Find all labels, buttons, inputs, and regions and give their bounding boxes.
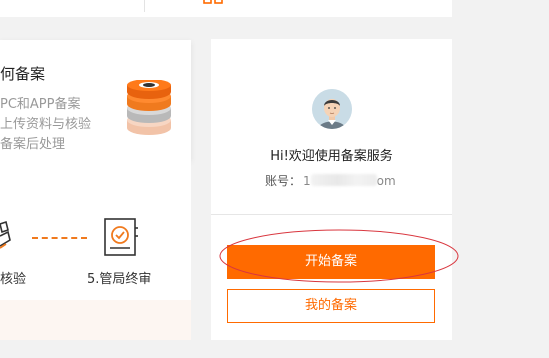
top-nav-strip [0, 0, 452, 17]
guide-line-2: 上传资料与核验 [0, 117, 92, 132]
certificate-icon [104, 218, 138, 256]
steps-panel-footer [0, 300, 191, 340]
step-5-label: 5.管局终审 [87, 272, 152, 287]
start-filing-button[interactable]: 开始备案 [227, 245, 435, 279]
guide-line-1: PC和APP备案 [0, 97, 81, 112]
server-stack-icon [127, 80, 171, 135]
account-value-end: om [376, 174, 396, 188]
step-connector [32, 237, 87, 239]
account-row: 账号： 1 om [265, 172, 396, 189]
grid-icon [203, 0, 223, 4]
top-divider [144, 0, 145, 12]
account-value-start: 1 [303, 174, 311, 188]
card-divider [211, 214, 452, 215]
page-root: 何备案 PC和APP备案 上传资料与核验 备案后处理 核验 5.管局终审 Hi!… [0, 0, 549, 358]
verify-icon [0, 220, 11, 249]
user-avatar-icon [312, 89, 352, 129]
account-label: 账号： [265, 174, 302, 188]
guide-title: 何备案 [0, 65, 46, 83]
welcome-text: Hi!欢迎使用备案服务 [270, 149, 393, 164]
step-4-label: 核验 [0, 272, 27, 287]
account-value: 1 om [303, 174, 396, 188]
guide-line-3: 备案后处理 [0, 137, 66, 152]
masked-account [310, 174, 377, 186]
my-filings-button[interactable]: 我的备案 [227, 289, 435, 323]
